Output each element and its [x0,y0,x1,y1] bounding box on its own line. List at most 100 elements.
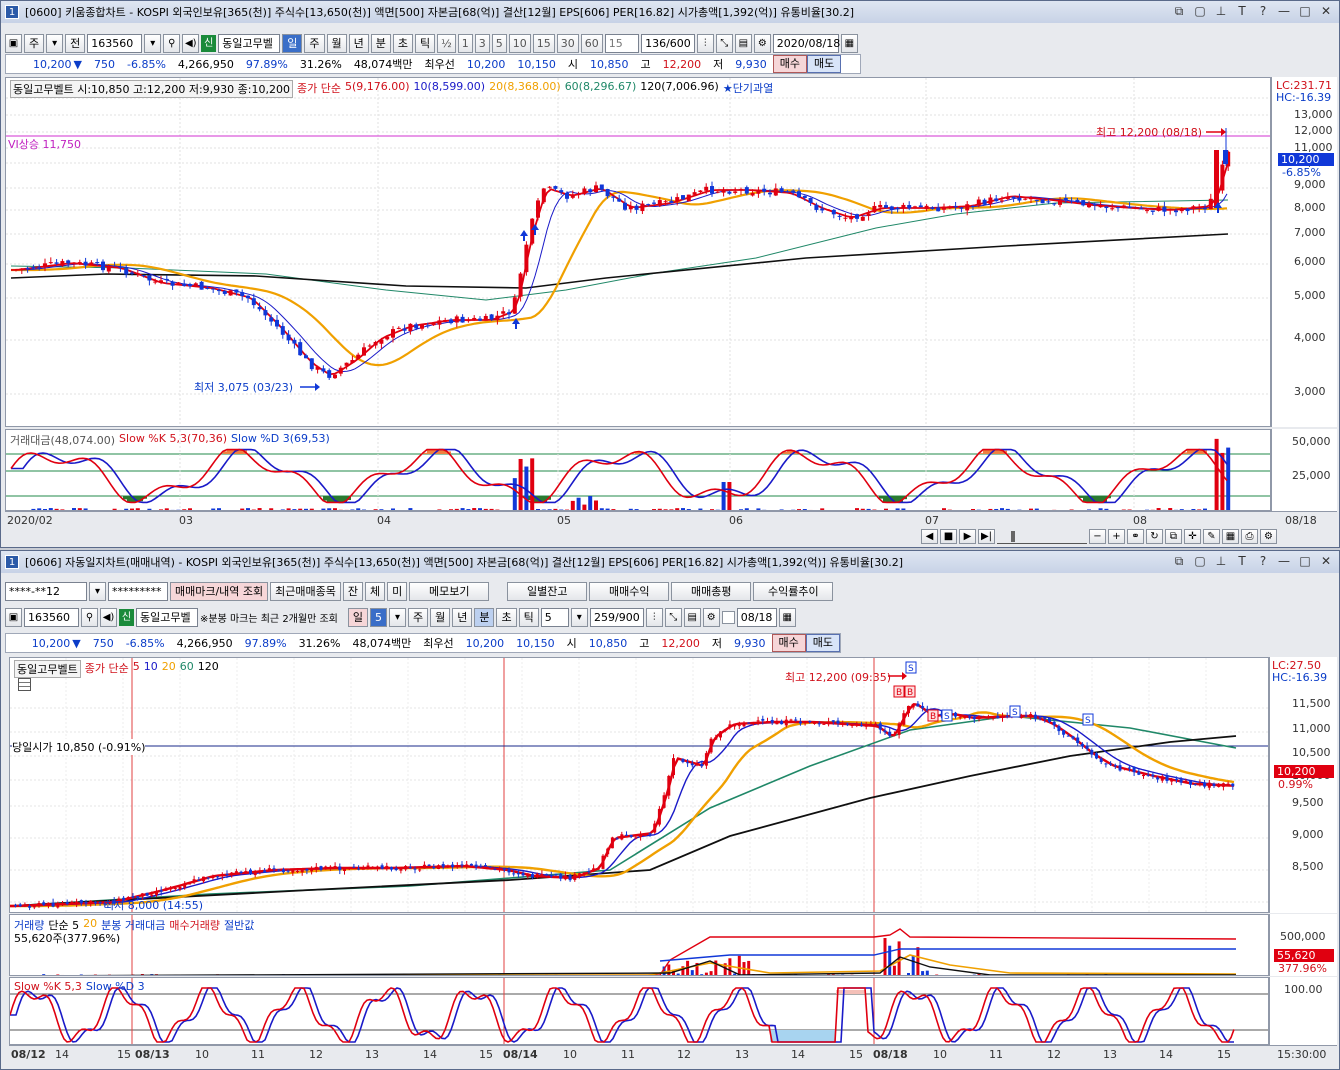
memo-button[interactable]: 메모보기 [409,581,490,601]
count-field[interactable]: 259/900 [589,607,644,627]
minimize-icon[interactable]: — [1277,554,1291,569]
stop-icon[interactable]: ■ [940,529,957,544]
end-icon[interactable]: ▶| [978,529,995,544]
period-tick[interactable]: 틱 [415,33,436,53]
zoom-slider[interactable] [997,529,1087,544]
period-month[interactable]: 월 [430,607,451,627]
period-year[interactable]: 년 [348,33,369,53]
speaker-icon[interactable]: ◀) [100,607,117,627]
speaker-icon[interactable]: ◀) [182,33,200,53]
tab-filled[interactable]: 체 [365,581,386,601]
crosshair-icon[interactable]: ✛ [1184,529,1201,544]
screen-icon[interactable]: ▣ [5,33,22,53]
volume-panel[interactable]: 거래량 단순 5 20 분봉 거래대금 매수거래량 절반값 55,620주(37… [9,914,1269,976]
interval-15[interactable]: 15 [532,33,555,53]
zoom-out-icon[interactable]: − [1089,529,1106,544]
period-day[interactable]: 일 [347,607,368,627]
period-day[interactable]: 일 [282,33,303,53]
maximize-icon[interactable]: □ [1298,554,1312,569]
slider-handle-icon[interactable] [1011,531,1015,542]
tab-recent-stocks[interactable]: 최근매매종목 [270,581,341,601]
refresh-icon[interactable]: ↻ [1146,529,1163,544]
price-chart-panel[interactable]: 동일고무벨트 시:10,850 고:12,200 저:9,930 종:10,20… [5,77,1271,427]
gear-icon[interactable]: ⚙ [753,33,771,53]
sell-button[interactable]: 매도 [805,634,840,652]
buy-button[interactable]: 매수 [772,55,808,73]
scroll-right-icon[interactable]: ▶ [959,529,976,544]
compare-icon[interactable]: ⤡ [715,33,733,53]
interval-10[interactable]: 10 [508,33,531,53]
close-icon[interactable]: ✕ [1319,4,1333,19]
stock-code-input[interactable]: 163560 [24,607,79,627]
copy-icon[interactable]: ⧉ [1165,529,1182,544]
candle-settings-icon[interactable]: ⫶ [696,33,714,53]
period-second[interactable]: 초 [392,33,413,53]
pin-icon[interactable]: ⊥ [1214,554,1228,569]
pin-icon[interactable]: ⊥ [1214,4,1228,19]
compare-icon[interactable]: ⤡ [664,607,682,627]
font-icon[interactable]: T [1235,4,1249,19]
period-week[interactable]: 주 [304,33,325,53]
prev-button[interactable]: 전 [65,33,86,53]
screen-icon[interactable]: ▣ [5,607,22,627]
chevron-down-icon[interactable]: ▾ [89,581,106,601]
daily-balance-button[interactable]: 일별잔고 [507,581,588,601]
font-icon[interactable]: T [1235,554,1249,569]
chevron-down-icon[interactable]: ▾ [570,607,588,627]
trade-profit-button[interactable]: 매매수익 [589,581,670,601]
calendar-icon[interactable]: ▦ [778,607,796,627]
period-month[interactable]: 월 [326,33,347,53]
interval-3[interactable]: 3 [474,33,490,53]
help-icon[interactable]: ? [1256,4,1270,19]
save-icon[interactable]: ▤ [734,33,752,53]
trade-review-button[interactable]: 매매총평 [671,581,752,601]
restore-icon[interactable]: ⧉ [1172,554,1186,569]
volume-stoch-panel[interactable]: 거래대금(48,074.00) Slow %K 5,3(70,36) Slow … [5,429,1271,511]
search-icon[interactable]: ⚲ [163,33,181,53]
maximize-small-icon[interactable]: ▢ [1193,4,1207,19]
date-field[interactable]: 2020/08/18 [772,33,840,53]
restore-icon[interactable]: ⧉ [1172,4,1186,19]
minimize-icon[interactable]: — [1277,4,1291,19]
return-trend-button[interactable]: 수익률추이 [753,581,834,601]
chevron-down-icon[interactable]: ▾ [388,607,406,627]
title-bar[interactable]: 1 [0606] 자동일지차트(매매내역) - KOSPI 외국인보유[365(… [1,551,1339,573]
print-icon[interactable]: ⎙ [1241,529,1258,544]
title-bar[interactable]: 1 [0600] 키움종합차트 - KOSPI 외국인보유[365(천)] 주식… [1,1,1339,23]
password-input[interactable]: ********* [108,581,168,601]
market-select[interactable]: 주 [24,33,45,53]
stoch-panel[interactable]: Slow %K 5,3 Slow %D 3 [9,977,1269,1045]
period-second[interactable]: 초 [496,607,517,627]
help-icon[interactable]: ? [1256,554,1270,569]
tab-balance[interactable]: 잔 [342,581,364,601]
draw-icon[interactable]: ✎ [1203,529,1220,544]
search-icon[interactable]: ⚲ [81,607,98,627]
chevron-down-icon[interactable]: ▾ [46,33,64,53]
interval-combo[interactable]: 15 [604,33,639,53]
interval-5[interactable]: 5 [491,33,507,53]
period-week[interactable]: 주 [407,607,429,627]
count-field[interactable]: 136/600 [640,33,695,53]
save-icon[interactable]: ▤ [683,607,701,627]
zoom-in-icon[interactable]: + [1108,529,1125,544]
grid-icon[interactable]: ▦ [1222,529,1239,544]
stock-code-input[interactable]: 163560 [87,33,143,53]
period-n[interactable]: 5 [369,607,387,627]
period-year[interactable]: 년 [452,607,473,627]
period-minute[interactable]: 분 [474,607,495,627]
interval-30[interactable]: 30 [556,33,579,53]
sell-button[interactable]: 매도 [807,55,842,73]
interval-1[interactable]: 1 [457,33,473,53]
close-icon[interactable]: ✕ [1319,554,1333,569]
period-minute[interactable]: 분 [370,33,391,53]
calendar-icon[interactable]: ▦ [840,33,858,53]
date-field[interactable]: 08/18 [736,607,777,627]
tab-unfilled[interactable]: 미 [387,581,408,601]
checkbox[interactable] [721,610,735,624]
account-input[interactable]: ****-**12 [5,581,87,601]
interval-60[interactable]: 60 [580,33,603,53]
price-chart-panel[interactable]: 동일고무벨트 종가 단순 5 10 20 60 120 SBBBSSS 당일시가… [9,657,1269,913]
settings-icon[interactable]: ⚙ [1260,529,1277,544]
period-tick[interactable]: 틱 [518,607,539,627]
gear-icon[interactable]: ⚙ [702,607,720,627]
